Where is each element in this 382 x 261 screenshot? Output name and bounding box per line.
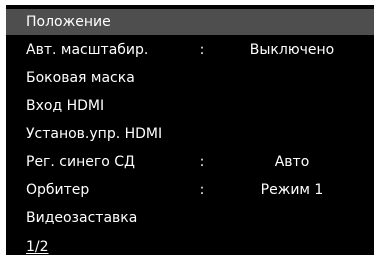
- menu-item-screensaver[interactable]: Видеозаставка: [6, 205, 374, 231]
- menu-item-hdmi-input[interactable]: Вход HDMI: [6, 93, 374, 119]
- menu-item-blue-led-control[interactable]: Рег. синего СД : Авто: [6, 149, 374, 175]
- menu-item-side-mask[interactable]: Боковая маска: [6, 65, 374, 91]
- menu-item-label: Боковая маска: [26, 70, 135, 86]
- menu-item-separator: :: [199, 42, 205, 58]
- menu-item-auto-zoom[interactable]: Авт. масштабир. : Выключено: [6, 37, 374, 63]
- menu-item-label: Видеозаставка: [26, 210, 138, 226]
- menu-item-separator: :: [199, 154, 205, 170]
- menu-item-label: Орбитер: [26, 182, 90, 198]
- menu-item-value: Выключено: [249, 42, 335, 58]
- menu-item-value: Режим 1: [260, 182, 324, 198]
- menu-item-label: Вход HDMI: [26, 98, 105, 114]
- menu-item-value: Авто: [274, 154, 310, 170]
- menu-item-position[interactable]: Положение: [6, 9, 374, 35]
- menu-item-separator: :: [199, 182, 205, 198]
- osd-screen: Положение Авт. масштабир. : Выключено Бо…: [0, 0, 382, 261]
- osd-menu-panel: Положение Авт. масштабир. : Выключено Бо…: [6, 5, 374, 255]
- menu-item-orbiter[interactable]: Орбитер : Режим 1: [6, 177, 374, 203]
- menu-item-hdmi-control-setup[interactable]: Установ.упр. HDMI: [6, 121, 374, 147]
- menu-item-label: Рег. синего СД: [26, 154, 135, 170]
- menu-item-label: Авт. масштабир.: [26, 42, 149, 58]
- page-indicator: 1/2: [26, 239, 49, 255]
- menu-item-label: Положение: [26, 14, 111, 30]
- menu-item-label: Установ.упр. HDMI: [26, 126, 163, 142]
